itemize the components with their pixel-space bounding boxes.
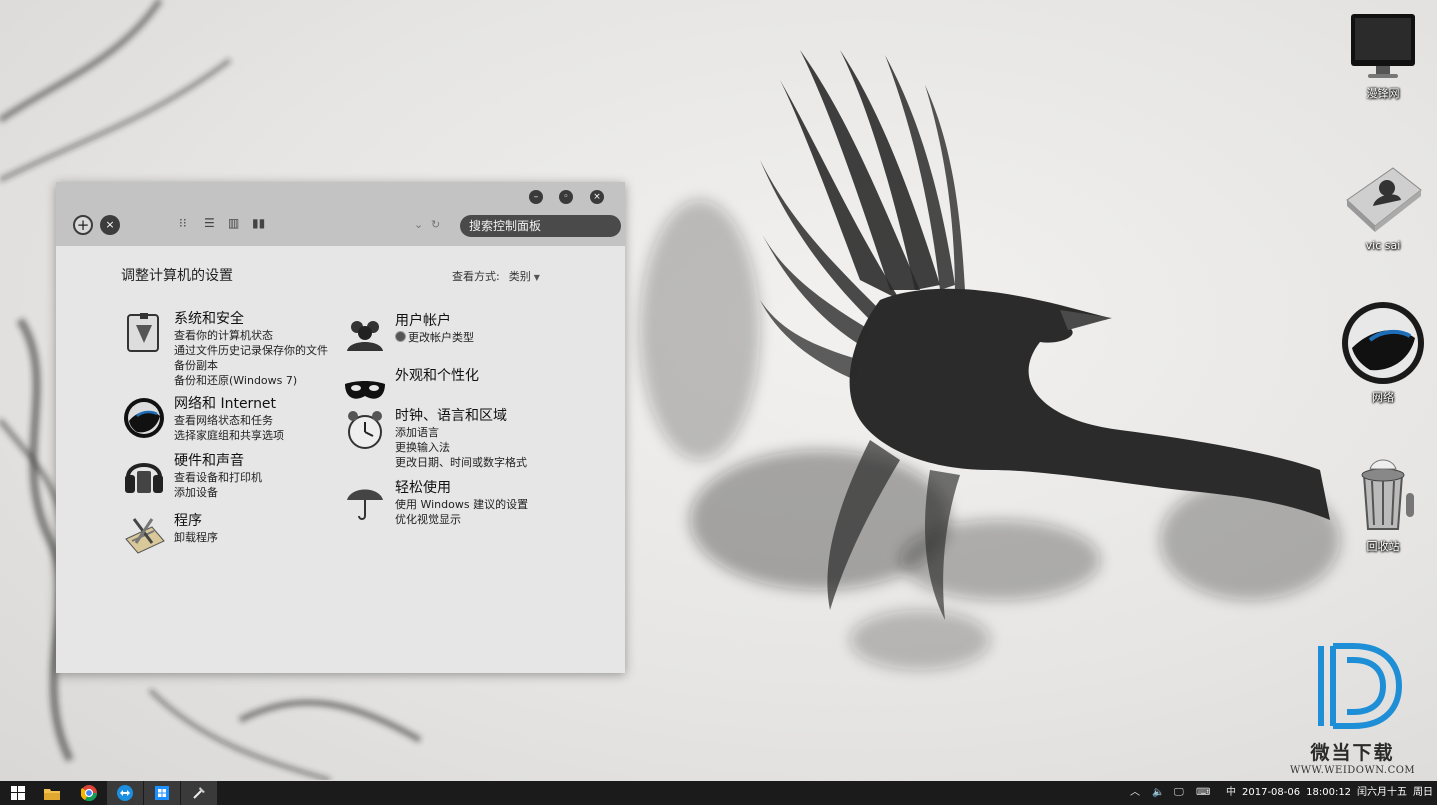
taskbar-tools[interactable] [181, 781, 217, 805]
tools-icon [193, 787, 205, 799]
control-panel-window: – ◦ × + × ⁝⁝ ☰ ▥ ▮▮ ⌄ ↻ 调整计算机的设置 查看方式: 类别… [56, 182, 625, 673]
taskbar-store[interactable] [144, 781, 180, 805]
desktop-icon-network[interactable]: 网络 [1333, 300, 1433, 405]
programs-icon [125, 518, 165, 554]
clock-date: 2017-08-06 [1242, 787, 1301, 798]
weidown-logo-icon [1317, 643, 1402, 729]
clock-weekday: 周日 [1413, 787, 1434, 798]
category-title[interactable]: 硬件和声音 [174, 453, 344, 470]
back-button[interactable]: + [73, 215, 93, 235]
maximize-button[interactable]: ◦ [559, 190, 573, 204]
clock-icon [348, 411, 382, 449]
window-titlebar[interactable]: – ◦ × + × ⁝⁝ ☰ ▥ ▮▮ ⌄ ↻ [56, 182, 625, 246]
category-link[interactable]: 卸载程序 [174, 530, 344, 545]
category-title[interactable]: 轻松使用 [395, 480, 565, 497]
watermark-cn-text: 微当下载 [1310, 742, 1395, 764]
forward-button[interactable]: × [100, 215, 120, 235]
category-link[interactable]: 查看网络状态和任务 [174, 413, 344, 428]
chrome-icon [81, 785, 97, 801]
taskbar-clock[interactable]: 2017-08-06 18:00:12 闰六月十五 周日 [1242, 781, 1437, 805]
user-folder-icon [1346, 167, 1422, 232]
category-link[interactable]: 通过文件历史记录保存你的文件备份副本 [174, 343, 332, 373]
store-icon [155, 786, 169, 800]
recycle-bin-icon [1361, 459, 1414, 530]
category-link[interactable]: 更改帐户类型 [395, 330, 565, 345]
view-mode-value[interactable]: 类别 [509, 270, 531, 283]
category-link[interactable]: 查看设备和打印机 [174, 470, 344, 485]
ease-of-access-umbrella-icon [347, 489, 383, 520]
category-link[interactable]: 更改日期、时间或数字格式 [395, 455, 565, 470]
teamviewer-icon [117, 785, 133, 801]
category-link[interactable]: 查看你的计算机状态 [174, 328, 344, 343]
view-mode-label: 查看方式: [452, 270, 500, 283]
refresh-icon[interactable]: ↻ [431, 218, 440, 231]
caret-down-icon[interactable]: ▼ [534, 273, 540, 282]
desktop-icon-user-folder[interactable]: vic sai [1333, 160, 1433, 252]
view-mode-selector[interactable]: 查看方式: 类别 ▼ [452, 268, 540, 284]
category-link[interactable]: 优化视觉显示 [395, 512, 565, 527]
start-icon [11, 786, 25, 800]
monitor-icon [1351, 14, 1415, 78]
category-title[interactable]: 系统和安全 [174, 311, 344, 328]
search-input[interactable] [460, 215, 621, 237]
coverflow-view-icon[interactable]: ▮▮ [252, 216, 265, 230]
category-title[interactable]: 用户帐户 [395, 313, 565, 330]
ime-indicator[interactable]: 中 [1226, 781, 1236, 805]
volume-muted-icon[interactable]: 🔈 [1152, 781, 1164, 805]
user-accounts-icon [347, 321, 383, 351]
list-view-icon[interactable]: ☰ [204, 216, 215, 230]
system-security-icon [127, 313, 159, 352]
category-link[interactable]: 使用 Windows 建议的设置 [395, 497, 565, 512]
start-button[interactable] [0, 781, 36, 805]
keyboard-icon[interactable]: ⌨ [1196, 781, 1210, 805]
clock-time: 18:00:12 [1306, 787, 1352, 798]
taskbar-chrome[interactable] [71, 781, 107, 805]
taskbar: ︿ 🔈 🖵 ⌨ 中 2017-08-06 18:00:12 闰六月十五 周日 [0, 781, 1437, 805]
category-link-text: 更改帐户类型 [408, 331, 474, 344]
taskbar-teamviewer[interactable] [107, 781, 143, 805]
category-title[interactable]: 网络和 Internet [174, 396, 344, 413]
close-button[interactable]: × [590, 190, 604, 204]
clock-lunar: 闰六月十五 [1357, 787, 1408, 798]
shield-icon [395, 331, 406, 342]
tray-chevron-up-icon[interactable]: ︿ [1130, 781, 1140, 805]
watermark-en-text: WWW.WEIDOWN.COM [1290, 765, 1416, 776]
desktop-icon-recycle-bin[interactable]: 回收站 [1333, 455, 1433, 554]
chevron-down-icon[interactable]: ⌄ [414, 218, 423, 231]
file-explorer-icon [44, 788, 60, 800]
page-title: 调整计算机的设置 [121, 268, 233, 284]
network-icon [124, 398, 164, 438]
columns-view-icon[interactable]: ▥ [228, 216, 239, 230]
category-link[interactable]: 添加语言 [395, 425, 565, 440]
category-link[interactable]: 更换输入法 [395, 440, 565, 455]
category-title[interactable]: 外观和个性化 [395, 368, 565, 385]
network-tray-icon[interactable]: 🖵 [1174, 781, 1184, 805]
category-link[interactable]: 选择家庭组和共享选项 [174, 428, 344, 443]
taskbar-file-explorer[interactable] [34, 781, 70, 805]
desktop-icon-computer[interactable]: 漫锋网 [1333, 10, 1433, 101]
category-title[interactable]: 程序 [174, 513, 344, 530]
category-link[interactable]: 备份和还原(Windows 7) [174, 373, 344, 388]
hardware-sound-icon [125, 463, 163, 493]
minimize-button[interactable]: – [529, 190, 543, 204]
appearance-mask-icon [345, 381, 385, 399]
weidown-watermark: 微当下载 WWW.WEIDOWN.COM [1290, 640, 1415, 776]
network-globe-icon [1342, 302, 1424, 384]
icon-view-icon[interactable]: ⁝⁝ [179, 216, 187, 230]
category-link[interactable]: 添加设备 [174, 485, 344, 500]
category-title[interactable]: 时钟、语言和区域 [395, 408, 565, 425]
